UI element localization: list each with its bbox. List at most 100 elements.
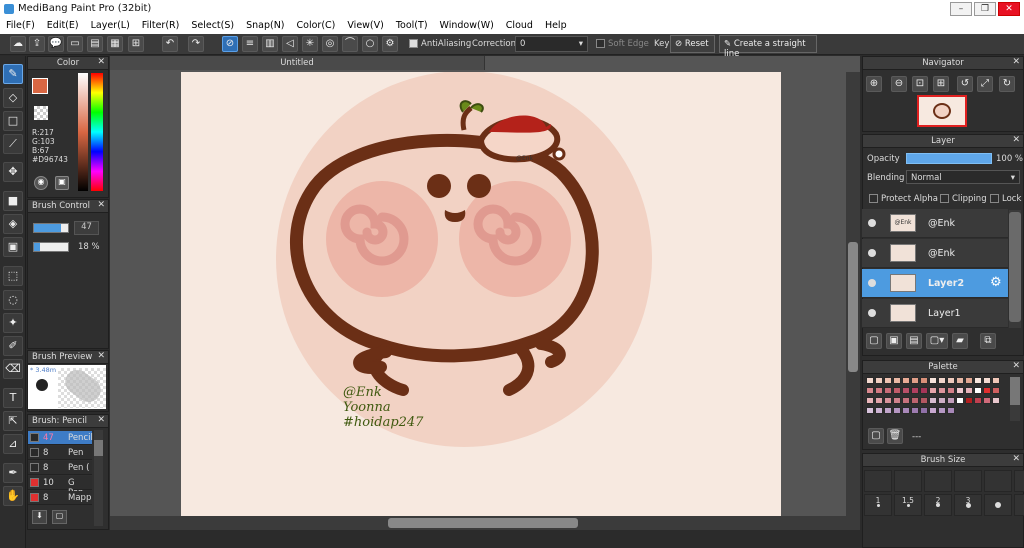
brush-list-scrollbar[interactable] — [94, 430, 103, 526]
reset-button[interactable]: ⊘ Reset — [670, 35, 715, 53]
palette-swatch[interactable] — [938, 407, 946, 414]
brush-list-item[interactable]: 10G Pen — [28, 476, 92, 498]
layout-icon[interactable]: ▦ — [107, 36, 123, 52]
canvas[interactable]: @Enk @Enk Yoonna #hoidap247 — [181, 71, 781, 516]
vertical-scrollbar[interactable] — [846, 72, 860, 516]
palette-swatch[interactable] — [992, 387, 1000, 394]
palette-swatch[interactable] — [956, 397, 964, 404]
palette-swatch[interactable] — [947, 387, 955, 394]
palette-swatch[interactable] — [893, 397, 901, 404]
page-icon[interactable]: ▤ — [87, 36, 103, 52]
visibility-eye-icon[interactable] — [868, 309, 876, 317]
palette-swatch[interactable] — [929, 387, 937, 394]
radial-snap-icon[interactable]: ✳ — [302, 36, 318, 52]
palette-icon[interactable]: ◉ — [34, 176, 48, 190]
palette-swatch[interactable] — [956, 377, 964, 384]
select-eraser-icon[interactable]: ⌫ — [3, 359, 23, 379]
palette-swatch[interactable] — [920, 387, 928, 394]
brush-size-cell[interactable] — [984, 494, 1012, 516]
palette-scrollbar[interactable] — [1010, 377, 1020, 421]
layer-scrollbar[interactable] — [1009, 210, 1021, 328]
brush-size-cell[interactable] — [984, 470, 1012, 492]
menu-item[interactable]: Filter(R) — [136, 18, 186, 34]
brush-list-item[interactable]: 8 Pen ( — [28, 461, 92, 475]
antialiasing-checkbox[interactable] — [409, 39, 418, 48]
add-layer-menu-icon[interactable]: ▢▾ — [926, 333, 948, 349]
new-brush-icon[interactable]: ▢ — [52, 510, 67, 524]
palette-swatch[interactable] — [902, 407, 910, 414]
brush-list-item[interactable]: 8 Pen — [28, 446, 92, 460]
foreground-color-swatch[interactable] — [32, 78, 48, 94]
vanishing-point-icon[interactable]: ◁ — [282, 36, 298, 52]
palette-swatch[interactable] — [938, 377, 946, 384]
dropper-tool-icon[interactable]: ⊿ — [3, 434, 23, 454]
palette-swatch[interactable] — [893, 387, 901, 394]
palette-swatch[interactable] — [875, 387, 883, 394]
zoom-out-icon[interactable]: ⊖ — [891, 76, 907, 92]
menu-item[interactable]: Layer(L) — [85, 18, 136, 34]
hue-slider[interactable] — [91, 73, 103, 191]
text-tool-icon[interactable]: T — [3, 388, 23, 408]
fill-tool-icon[interactable]: ◈ — [3, 214, 23, 234]
rotate-left-icon[interactable]: ↺ — [957, 76, 973, 92]
soft-edge-checkbox[interactable] — [596, 39, 605, 48]
reset-rotation-icon[interactable]: ⤢ — [977, 76, 993, 92]
palette-swatch[interactable] — [884, 397, 892, 404]
horizontal-scroll-thumb[interactable] — [388, 518, 578, 528]
palette-swatch[interactable] — [893, 377, 901, 384]
palette-swatch[interactable] — [911, 377, 919, 384]
palette-swatch[interactable] — [866, 387, 874, 394]
undo-icon[interactable]: ↶ — [162, 36, 178, 52]
create-straight-line-button[interactable]: ✎ Create a straight line — [719, 35, 817, 59]
palette-swatch[interactable] — [947, 397, 955, 404]
magic-wand-icon[interactable]: ✦ — [3, 313, 23, 333]
lasso-tool-icon[interactable]: ◌ — [3, 290, 23, 310]
clipping-checkbox[interactable] — [940, 194, 949, 203]
menu-item[interactable]: View(V) — [341, 18, 389, 34]
palette-swatch[interactable] — [956, 387, 964, 394]
rectangle-tool-icon[interactable]: ■ — [3, 191, 23, 211]
menu-item[interactable]: Edit(E) — [41, 18, 85, 34]
palette-swatch[interactable] — [929, 397, 937, 404]
visibility-eye-icon[interactable] — [868, 249, 876, 257]
fit-window-icon[interactable]: ⊡ — [912, 76, 928, 92]
menu-item[interactable]: Window(W) — [434, 18, 500, 34]
close-button[interactable]: ✕ — [998, 2, 1020, 16]
palette-swatch[interactable] — [902, 387, 910, 394]
menu-item[interactable]: Color(C) — [291, 18, 342, 34]
eyedropper-icon[interactable]: ✒ — [3, 463, 23, 483]
menu-item[interactable]: Tool(T) — [390, 18, 434, 34]
hand-tool-icon[interactable]: ✋ — [3, 486, 23, 506]
brush-download-icon[interactable]: ⬇ — [32, 510, 47, 524]
close-icon[interactable]: ✕ — [1012, 135, 1020, 145]
visibility-eye-icon[interactable] — [868, 219, 876, 227]
brush-size-cell[interactable] — [894, 470, 922, 492]
move-tool-icon[interactable]: ✥ — [3, 162, 23, 182]
crisscross-snap-icon[interactable]: ▥ — [262, 36, 278, 52]
palette-swatch[interactable] — [920, 407, 928, 414]
palette-swatch[interactable] — [902, 397, 910, 404]
palette-swatch[interactable] — [965, 397, 973, 404]
close-icon[interactable]: ✕ — [1012, 361, 1020, 371]
brush-size-cell[interactable] — [1014, 494, 1024, 516]
blending-select[interactable]: Normal ▾ — [906, 170, 1020, 184]
palette-swatch[interactable] — [884, 377, 892, 384]
brush-tool-icon[interactable]: ✎ — [3, 64, 23, 84]
palette-swatch[interactable] — [893, 407, 901, 414]
close-icon[interactable]: ✕ — [97, 57, 105, 67]
vertical-scroll-thumb[interactable] — [848, 242, 858, 372]
close-icon[interactable]: ✕ — [97, 415, 105, 425]
brush-size-slider[interactable] — [33, 223, 69, 233]
select-tool-icon[interactable]: ⬚ — [3, 266, 23, 286]
menu-item[interactable]: Select(S) — [185, 18, 240, 34]
snap-settings-icon[interactable]: ⚙ — [382, 36, 398, 52]
palette-swatch[interactable] — [938, 397, 946, 404]
palette-swatch[interactable] — [875, 397, 883, 404]
palette-swatch[interactable] — [983, 387, 991, 394]
layer-opacity-slider[interactable] — [906, 153, 992, 164]
delete-palette-icon[interactable]: 🗑 — [887, 428, 903, 444]
menu-item[interactable]: File(F) — [0, 18, 41, 34]
smudge-tool-icon[interactable]: ⟋ — [3, 134, 23, 154]
minimize-button[interactable]: – — [950, 2, 972, 16]
maximize-button[interactable]: ❐ — [974, 2, 996, 16]
